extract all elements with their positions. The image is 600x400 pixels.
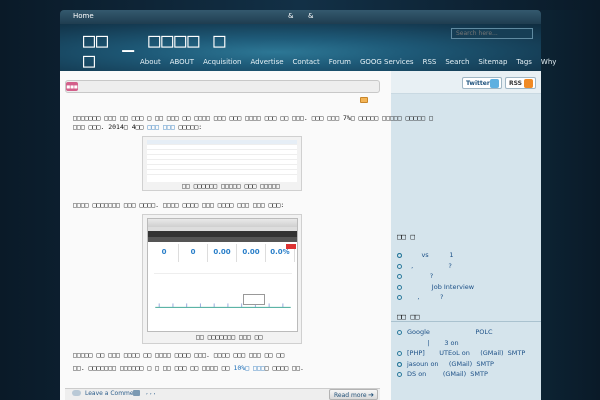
stat-value: 0 [179,244,208,262]
table-screenshot [147,140,297,182]
nav-item-about-upper[interactable]: ABOUT [170,58,194,70]
leave-comment-link[interactable]: Leave a Comment [85,390,140,397]
table-row [147,170,297,175]
home-link[interactable]: Home [73,12,94,20]
topbar-link-2[interactable]: & [308,12,313,20]
read-more-label: Read more [334,392,367,399]
stat-value: 0.00 [208,244,237,262]
rss-label: RSS [509,80,522,87]
post-inline-link[interactable]: □□□ □□□ [147,123,174,131]
post-paragraph-1-line-2: □□□ □□□. 2014□ 4□□ □□□ □□□ □□□□□: [73,123,202,132]
rss-button[interactable]: RSS [505,77,536,89]
sidebar-heading-recent-comments: □□ □□ [397,312,420,321]
paragraph-text: □□. □□□□□□□ □□□□□□ □ □ □□ □□□ □□ □□□□ □□ [73,364,234,372]
nav-item-search[interactable]: Search [445,58,469,70]
nav-item-contact[interactable]: Contact [293,58,320,70]
comment-count-badge[interactable]: ■■■ [66,82,78,91]
post-inline-link[interactable]: □□□ [253,364,265,372]
sidebar-list-recent-comments: Google POLC | 3 on [PHP] UTEoL on (GMail… [397,327,525,380]
dashboard-screenshot: 0 0 0.00 0.00 0.0% [147,218,298,332]
tag-icon [133,390,140,396]
twitter-label: Twitter [466,80,490,87]
twitter-button[interactable]: Twitter [462,77,502,89]
chart-tooltip [243,294,265,305]
paragraph-text: □□□ □□□. 2014□ 4□□ [73,123,148,131]
dashboard-chart [154,273,292,308]
post-title-bar[interactable] [65,80,380,93]
nav-item-tags[interactable]: Tags [516,58,532,70]
topbar-link-1[interactable]: & [288,12,293,20]
post-paragraph-4: □□. □□□□□□□ □□□□□□ □ □ □□ □□□ □□ □□□□ □□… [73,364,304,373]
nav-item-goog-services[interactable]: GOOG Services [360,58,414,70]
sidebar-heading-recent-posts: □□ □ [397,232,416,241]
dashboard-stats: 0 0 0.00 0.00 0.0% [148,242,297,264]
arrow-right-icon: ➔ [368,391,374,399]
post-paragraph-1-line-1: □□□□□□□ □□□ □□ □□□ □ □□ □□□ □□ □□□□ □□□ … [73,114,434,122]
list-item[interactable]: DS on (GMail) SMTP [397,369,525,380]
post-paragraph-3: □□□□□ □□ □□□ □□□□ □□ □□□□ □□□□ □□□. □□□□… [73,351,285,359]
list-item[interactable]: vs 1 [397,250,474,261]
stat-value: 0 [150,244,179,262]
post-tags[interactable]: , , , [146,389,156,396]
post-inline-link[interactable]: 10%□ [233,364,249,372]
nav-item-forum[interactable]: Forum [329,58,351,70]
post-paragraph-2: □□□□ □□□□□□□ □□□ □□□□. □□□□ □□□□ □□□ □□□… [73,201,285,209]
dashboard-red-button [286,244,296,249]
list-item[interactable]: ? [397,271,474,282]
browser-chrome [148,219,297,227]
list-item[interactable]: Job Interview [397,282,474,293]
rss-icon [524,79,533,88]
stat-value: 0.00 [237,244,266,262]
paragraph-text: □□□□□: [174,123,203,131]
paragraph-text: □ □□□□ □□. [264,364,304,372]
site-title-line-1: □□ _ □□□□ □ [83,28,227,52]
top-bar: Home & & [60,10,541,24]
nav-item-advertise[interactable]: Advertise [250,58,283,70]
sidebar-divider [391,321,541,322]
list-item[interactable]: Google POLC [397,327,525,338]
list-item[interactable]: [PHP] UTEoL on (GMail) SMTP [397,348,525,359]
nav-item-why[interactable]: Why [541,58,557,70]
main-nav: About ABOUT Acquisition Advertise Contac… [140,58,565,70]
nav-item-sitemap[interactable]: Sitemap [478,58,507,70]
comment-icon [72,390,81,396]
nav-item-about[interactable]: About [140,58,161,70]
nav-item-acquisition[interactable]: Acquisition [203,58,241,70]
post-image-dashboard[interactable]: 0 0 0.00 0.00 0.0% [142,214,302,344]
list-item[interactable]: | 3 on [397,338,525,349]
list-item[interactable]: jasoun on (GMail) SMTP [397,359,525,370]
nav-item-rss[interactable]: RSS [423,58,437,70]
list-item[interactable]: , ? [397,261,474,272]
twitter-icon [490,79,499,88]
search-input[interactable] [451,28,533,39]
image-caption-2: □□ □□□□□□□ □□□ □□ [196,333,263,341]
read-more-button[interactable]: Read more ➔ [329,389,378,400]
image-caption-1: □□ □□□□□□ □□□□□ □□□ □□□□□ [182,182,280,190]
sidebar-list-recent-posts: vs 1 , ? ? Job Interview , ? [397,250,474,303]
list-item[interactable]: , ? [397,292,474,303]
feed-icon[interactable] [360,97,368,103]
